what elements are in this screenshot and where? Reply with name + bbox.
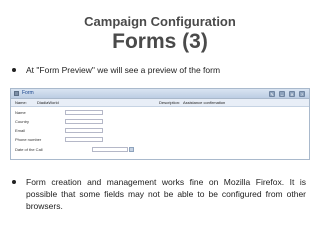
form-titlebar: Form ✎ ↔ ✕ ? [11, 89, 309, 99]
form-window-icon [14, 91, 19, 96]
bullet-dot-icon [12, 180, 16, 184]
form-preview-window: Form ✎ ↔ ✕ ? Name: DiadiaWorld Descripti… [10, 88, 310, 160]
field-label-email: Email [15, 128, 26, 133]
bullet-dot-icon [12, 68, 16, 72]
bullet-item-1: At "Form Preview" we will see a preview … [12, 64, 302, 78]
slide-heading: Campaign Configuration [84, 14, 236, 29]
form-toolbar: Name: DiadiaWorld Description: Assistanc… [11, 99, 309, 107]
form-body: Name Country Email Phone number Date of … [11, 107, 309, 159]
slide-title: Forms (3) [112, 30, 208, 53]
field-label-country: Country [15, 119, 30, 124]
move-icon[interactable]: ↔ [279, 90, 285, 97]
field-label-phone: Phone number [15, 137, 42, 142]
toolbar-description-value: Assistance confirmation [183, 100, 226, 105]
phone-number-input[interactable] [65, 137, 103, 142]
date-of-call-input[interactable] [92, 147, 128, 152]
field-label-name: Name [15, 110, 26, 115]
bullet-item-2: Form creation and management works fine … [12, 176, 308, 216]
bullet-text: Form creation and management works fine … [26, 177, 306, 211]
toolbar-name-label: Name: [15, 100, 27, 105]
field-label-date-of-call: Date of the Call [15, 147, 43, 152]
help-icon[interactable]: ? [299, 90, 305, 97]
form-window-title: Form [22, 90, 34, 96]
edit-icon[interactable]: ✎ [269, 90, 275, 97]
toolbar-description-label: Description: [159, 100, 181, 105]
close-icon[interactable]: ✕ [289, 90, 295, 97]
name-input[interactable] [65, 110, 103, 115]
country-input[interactable] [65, 119, 103, 124]
calendar-icon[interactable] [129, 147, 134, 152]
bullet-text: At "Form Preview" we will see a preview … [26, 65, 221, 75]
toolbar-name-value: DiadiaWorld [37, 100, 59, 105]
email-input[interactable] [65, 128, 103, 133]
